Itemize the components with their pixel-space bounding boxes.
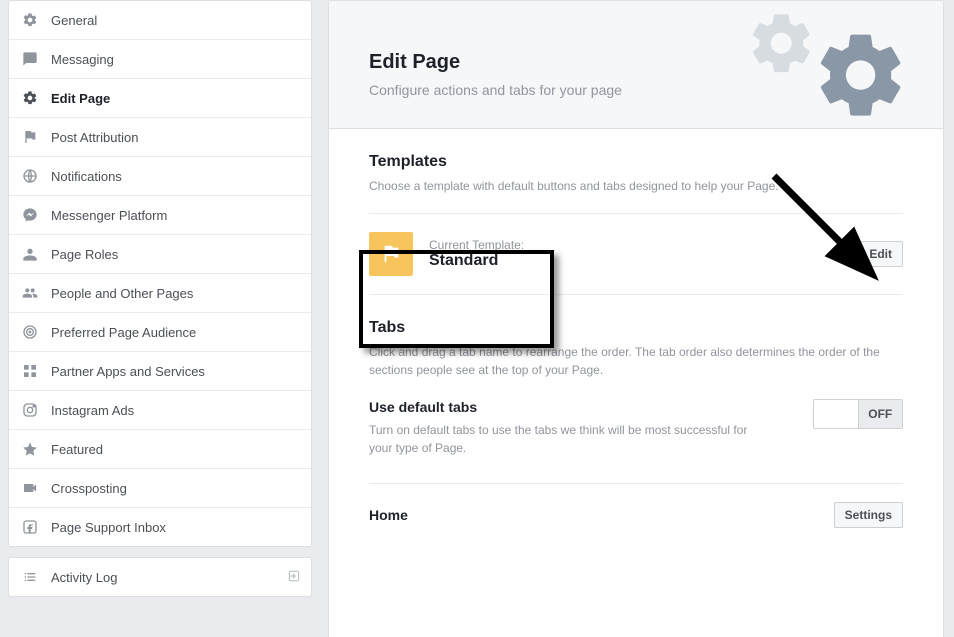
main-panel: Edit Page Configure actions and tabs for… (320, 0, 954, 637)
nav-label: Page Support Inbox (51, 520, 166, 535)
nav-label: Crossposting (51, 481, 127, 496)
sidebar-item-page-roles[interactable]: Page Roles (9, 235, 311, 274)
sidebar-item-instagram-ads[interactable]: Instagram Ads (9, 391, 311, 430)
globe-icon (21, 167, 39, 185)
enter-icon (287, 569, 301, 586)
chat-icon (21, 50, 39, 68)
activity-log-label: Activity Log (51, 570, 117, 585)
sidebar-item-messaging[interactable]: Messaging (9, 40, 311, 79)
sidebar-item-preferred-audience[interactable]: Preferred Page Audience (9, 313, 311, 352)
tab-home-label: Home (369, 507, 834, 523)
nav-label: Featured (51, 442, 103, 457)
sidebar: General Messaging Edit Page Post Attribu… (0, 0, 320, 637)
sidebar-item-partner-apps[interactable]: Partner Apps and Services (9, 352, 311, 391)
instagram-icon (21, 401, 39, 419)
activity-log-button[interactable]: Activity Log (8, 557, 312, 597)
gear-icon (21, 89, 39, 107)
nav-label: Page Roles (51, 247, 118, 262)
default-tabs-row: Use default tabs Turn on default tabs to… (369, 379, 903, 457)
tab-row-home[interactable]: Home Settings (369, 483, 903, 546)
sidebar-item-messenger-platform[interactable]: Messenger Platform (9, 196, 311, 235)
sidebar-item-edit-page[interactable]: Edit Page (9, 79, 311, 118)
video-icon (21, 479, 39, 497)
sidebar-item-notifications[interactable]: Notifications (9, 157, 311, 196)
default-tabs-heading: Use default tabs (369, 399, 773, 415)
nav-label: Preferred Page Audience (51, 325, 196, 340)
nav-label: Messaging (51, 52, 114, 67)
current-template-name: Standard (429, 252, 524, 270)
grid-icon (21, 362, 39, 380)
decorative-gears-icon (743, 1, 913, 139)
nav-label: Partner Apps and Services (51, 364, 205, 379)
sidebar-item-page-support-inbox[interactable]: Page Support Inbox (9, 508, 311, 546)
toggle-off-label: OFF (858, 400, 903, 428)
flag-icon (21, 128, 39, 146)
tabs-heading: Tabs (369, 319, 903, 337)
nav-label: Edit Page (51, 91, 110, 106)
sidebar-item-post-attribution[interactable]: Post Attribution (9, 118, 311, 157)
current-template-row: Current Template: Standard Edit (369, 213, 903, 295)
sidebar-item-featured[interactable]: Featured (9, 430, 311, 469)
gear-icon (21, 11, 39, 29)
person-icon (21, 245, 39, 263)
nav-label: Messenger Platform (51, 208, 167, 223)
default-tabs-desc: Turn on default tabs to use the tabs we … (369, 421, 773, 457)
people-icon (21, 284, 39, 302)
target-icon (21, 323, 39, 341)
nav-label: Notifications (51, 169, 122, 184)
sidebar-item-people-pages[interactable]: People and Other Pages (9, 274, 311, 313)
flag-icon (369, 232, 413, 276)
templates-desc: Choose a template with default buttons a… (369, 177, 903, 195)
templates-heading: Templates (369, 153, 903, 171)
nav-label: General (51, 13, 97, 28)
edit-template-button[interactable]: Edit (858, 241, 903, 267)
nav-label: Instagram Ads (51, 403, 134, 418)
sidebar-item-crossposting[interactable]: Crossposting (9, 469, 311, 508)
list-icon (21, 568, 39, 586)
current-template-label: Current Template: (429, 238, 524, 252)
star-icon (21, 440, 39, 458)
default-tabs-toggle[interactable]: OFF (813, 399, 903, 429)
nav-label: Post Attribution (51, 130, 138, 145)
templates-section: Templates Choose a template with default… (329, 129, 943, 295)
messenger-icon (21, 206, 39, 224)
facebook-icon (21, 518, 39, 536)
nav-label: People and Other Pages (51, 286, 193, 301)
tabs-desc: Click and drag a tab name to rearrange t… (369, 343, 903, 379)
tab-settings-button[interactable]: Settings (834, 502, 903, 528)
settings-nav: General Messaging Edit Page Post Attribu… (8, 0, 312, 547)
panel-header: Edit Page Configure actions and tabs for… (329, 1, 943, 129)
sidebar-item-general[interactable]: General (9, 1, 311, 40)
tabs-section: Tabs Click and drag a tab name to rearra… (329, 295, 943, 546)
